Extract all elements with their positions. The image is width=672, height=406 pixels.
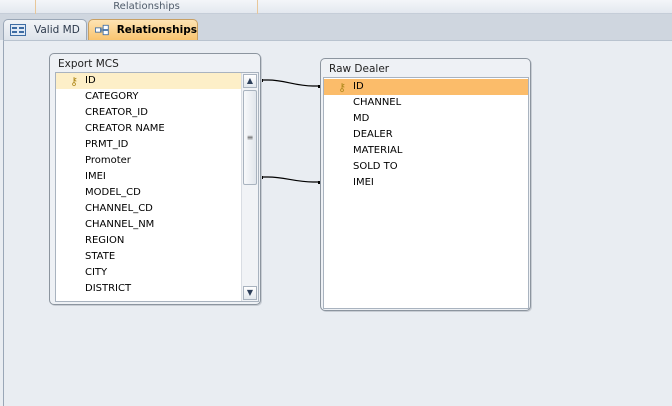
table-export-mcs[interactable]: Export MCS ⚷ ID CATEGORY CREATOR_ID CREAT…	[49, 53, 261, 305]
field-row[interactable]: REGION	[56, 233, 258, 249]
key-icon: ⚷	[70, 75, 79, 88]
field-list[interactable]: ⚷ ID CHANNEL MD DEALER MATERIAL SOLD TO I…	[323, 77, 529, 309]
field-row[interactable]: CHANNEL	[324, 95, 528, 111]
field-row[interactable]: CITY	[56, 265, 258, 281]
field-row[interactable]: CATEGORY	[56, 89, 258, 105]
field-row[interactable]: MODEL_CD	[56, 185, 258, 201]
scroll-down-icon[interactable]: ▼	[243, 286, 257, 300]
field-row[interactable]: CHANNEL_CD	[56, 201, 258, 217]
field-row[interactable]: SOLD TO	[324, 159, 528, 175]
table-title: Export MCS	[58, 58, 119, 70]
field-row[interactable]: DISTRICT	[56, 281, 258, 297]
field-name: ID	[353, 81, 364, 92]
field-list[interactable]: ⚷ ID CATEGORY CREATOR_ID CREATOR NAME PRM…	[55, 72, 259, 302]
field-row[interactable]: ⚷ ID	[56, 73, 258, 89]
field-row[interactable]: DEALER	[324, 127, 528, 143]
field-row[interactable]: Promoter	[56, 153, 258, 169]
field-row[interactable]: MD	[324, 111, 528, 127]
relationship-line-imei[interactable]	[260, 176, 321, 184]
table-raw-dealer[interactable]: Raw Dealer ⚷ ID CHANNEL MD DEALER MATERIA…	[320, 58, 531, 311]
field-row[interactable]: MATERIAL	[324, 143, 528, 159]
scrollbar[interactable]: ▲ ≡ ▼	[241, 73, 258, 301]
scroll-up-icon[interactable]: ▲	[243, 74, 257, 88]
table-title: Raw Dealer	[329, 63, 390, 75]
key-icon: ⚷	[338, 81, 347, 94]
field-row[interactable]: CREATOR_ID	[56, 105, 258, 121]
field-row[interactable]: ⚷ ID	[324, 79, 528, 95]
field-row[interactable]: STATE	[56, 249, 258, 265]
field-row[interactable]: IMEI	[324, 175, 528, 191]
field-name: ID	[85, 75, 96, 86]
field-row[interactable]: PRMT_ID	[56, 137, 258, 153]
field-row[interactable]: CHANNEL_NM	[56, 217, 258, 233]
scroll-thumb[interactable]: ≡	[243, 90, 257, 185]
relationship-line-id[interactable]	[260, 79, 321, 88]
field-row[interactable]: IMEI	[56, 169, 258, 185]
field-row[interactable]: CREATOR NAME	[56, 121, 258, 137]
